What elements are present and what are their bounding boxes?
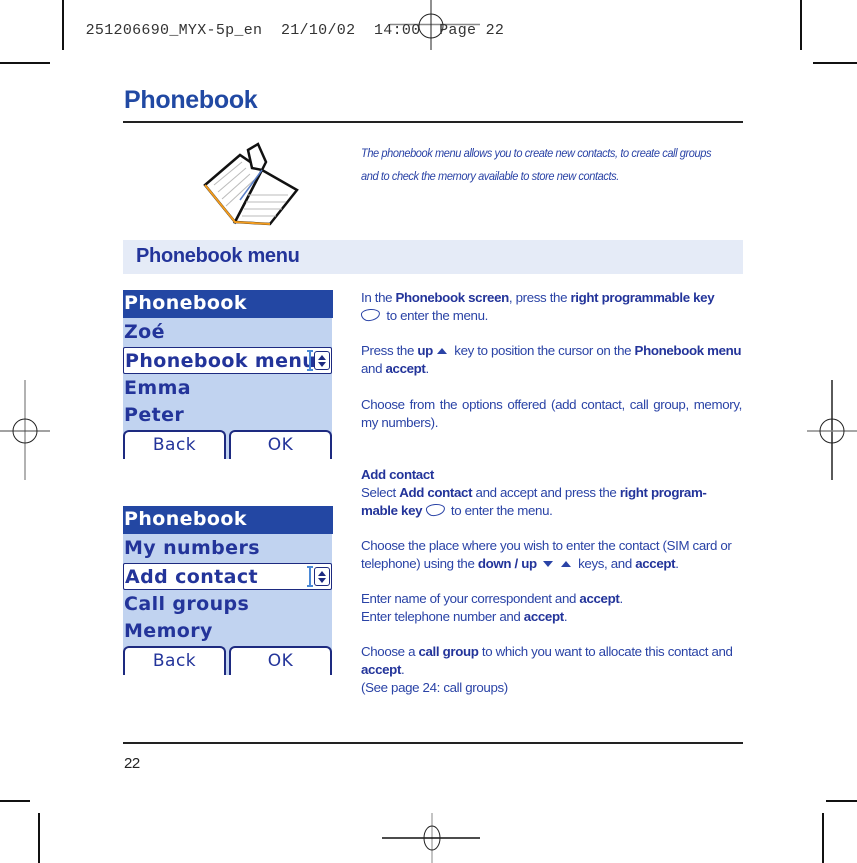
crop-mark [0,62,50,64]
list-item[interactable]: My numbers [123,535,333,562]
text: and [361,361,386,376]
softkey-bar: Back OK [123,430,332,459]
down-arrow-icon [542,561,553,567]
slug-date: 21/10/02 [280,22,356,39]
instruction-choose-options: Choose from the options offered (add con… [361,397,742,430]
scroll-up-icon [318,571,326,576]
bold-text: accept [361,662,402,677]
text: Enter name of your correspondent and [361,591,580,606]
text: . [563,609,568,624]
list-item-label: Add contact [125,566,259,588]
text: Enter telephone number and [361,609,524,624]
crop-mark [38,813,40,863]
text: . [401,662,405,677]
phone-screen-phonebook: Phonebook Zoé Phonebook menu Emma Peter … [123,290,333,459]
back-softkey[interactable]: Back [123,646,226,675]
page-reference-link[interactable]: (See page 24: call groups) [361,680,508,695]
text: Press the [361,343,418,358]
bold-text: Add contact [399,485,473,500]
registration-mark-icon [382,813,480,863]
text: Select [361,485,400,500]
up-arrow-icon [560,561,571,567]
section-header: Phonebook menu [123,240,743,274]
slug-page: Page 22 [439,22,505,39]
text: . [675,556,679,571]
ok-softkey[interactable]: OK [229,646,332,675]
back-softkey[interactable]: Back [123,430,226,459]
bold-text: accept [635,556,676,571]
instruction-position-cursor: Press the up key to position the cursor … [361,342,742,378]
screen-header: Phonebook [123,506,333,534]
softkey-icon [425,503,445,517]
section-title: Phonebook menu [136,245,300,267]
slug-file: 251206690_MYX-5p_en [85,22,263,39]
bold-text: accept [579,591,620,606]
crop-mark [0,800,30,802]
text: to enter the menu. [447,503,553,518]
softkey-bar: Back OK [123,646,332,675]
list-item[interactable]: Emma [123,375,333,402]
scroll-down-icon [318,578,326,583]
list-item[interactable]: Zoé [123,319,333,346]
add-contact-section: Add contact Select Add contact and accep… [361,466,742,520]
instruction-call-group: Choose a call group to which you want to… [361,643,742,697]
text: In the [361,290,396,305]
instruction-enter-menu: In the Phonebook screen, press the right… [360,289,742,325]
list-item[interactable]: Peter [123,402,333,429]
text: Choose a [361,644,419,659]
bold-text: down / up [477,556,537,571]
list-item[interactable]: Memory [123,618,333,645]
page-number: 22 [124,755,140,772]
ok-softkey[interactable]: OK [229,430,332,459]
crop-mark [62,0,64,50]
instruction-choose-place: Choose the place where you wish to enter… [361,537,742,573]
bold-text: right programmable key [570,290,715,305]
list-item-selected[interactable]: Add contact [123,563,332,590]
instruction-enter-name-number: Enter name of your correspondent and acc… [361,590,742,626]
print-slug: 251206690_MYX-5p_en 21/10/02 14:00 Page … [67,5,504,39]
list-item-selected[interactable]: Phonebook menu [123,347,332,374]
title-rule [123,121,743,123]
footer-rule [123,742,743,744]
bold-text: Phonebook screen [395,290,510,305]
scroll-up-icon [318,355,326,360]
text: and accept and press the [472,485,620,500]
bold-text: accept [523,609,564,624]
open-book-icon [203,142,299,226]
registration-mark-icon [807,380,857,480]
page-title: Phonebook [124,86,258,114]
crop-mark [813,62,857,64]
up-arrow-icon [436,348,447,354]
text-cursor-icon [307,566,313,587]
softkey-icon [360,308,381,322]
add-contact-heading: Add contact [361,467,434,482]
text: keys, and [574,556,636,571]
text: to enter the menu. [383,308,488,323]
intro-text: The phonebook menu allows you to create … [361,146,712,183]
slug-time: 14:00 [373,22,421,39]
text: . [425,361,430,376]
crop-mark [822,813,824,863]
crop-mark [800,0,802,50]
scroll-indicator[interactable] [314,351,330,370]
bold-text: accept [385,361,426,376]
text: key to position the cursor on the [450,343,635,358]
text: . [619,591,623,606]
bold-text: call group [418,644,479,659]
screen-header: Phonebook [123,290,333,318]
scroll-indicator[interactable] [314,567,330,586]
phone-screen-phonebook-menu: Phonebook My numbers Add contact Call gr… [123,506,333,675]
scroll-down-icon [318,362,326,367]
list-item-label: Phonebook menu [125,350,317,372]
crop-mark [826,800,857,802]
text: to which you want to allocate this conta… [478,644,733,659]
registration-mark-icon [0,380,50,480]
bold-text: up [417,343,433,358]
list-item[interactable]: Call groups [123,591,333,618]
text: , press the [508,290,571,305]
text-cursor-icon [307,350,313,371]
bold-text: Phonebook menu [634,343,742,358]
